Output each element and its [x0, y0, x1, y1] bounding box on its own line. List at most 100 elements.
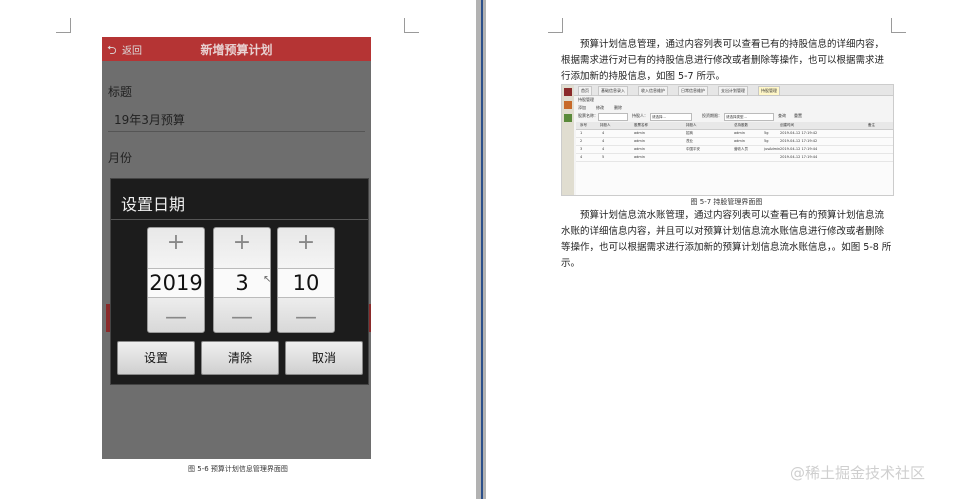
- table-cell: 2019-04-12 17:19:42: [780, 131, 818, 135]
- month-increment-button[interactable]: +: [214, 230, 270, 255]
- table-cell: admin: [734, 131, 745, 135]
- column-header: 股票名称: [634, 123, 648, 127]
- left-page: ⮌ 返回 新增预算计划 标题 19年3月预算 月份 设置日期 + 2019 — …: [0, 0, 476, 499]
- table-cell: 2: [580, 139, 583, 143]
- search-label: 股票名称：: [578, 113, 598, 118]
- day-value[interactable]: 10: [278, 268, 334, 298]
- table-cell: 4: [602, 147, 605, 151]
- dialog-title: 设置日期: [121, 195, 186, 214]
- holdings-table: 序号 持股人 股票名称 持股人 总持股数 创建时间 备注 1 4 admin 招…: [576, 122, 893, 195]
- stock-name-input[interactable]: [598, 113, 628, 121]
- search-label: 持股人：: [632, 113, 648, 118]
- select-placeholder: 请选择...: [652, 115, 666, 119]
- holder-select[interactable]: 请选择...: [650, 113, 692, 121]
- column-header: 序号: [580, 123, 587, 127]
- year-value[interactable]: 2019: [148, 268, 204, 298]
- table-row[interactable]: 3 4 admin 中国平安 营收人员 jusAdmin 2019-04-12 …: [576, 146, 893, 154]
- page-corner-mark: [404, 18, 419, 33]
- add-button[interactable]: 添加: [578, 105, 586, 111]
- day-decrement-button[interactable]: —: [278, 305, 334, 330]
- tab-expense-plan[interactable]: 支出计划管理: [718, 86, 748, 96]
- page-corner-mark: [548, 18, 563, 33]
- logo-icon: [564, 88, 572, 96]
- year-decrement-button[interactable]: —: [148, 305, 204, 330]
- table-cell: 招商: [686, 131, 693, 135]
- table-cell: 茂业: [686, 139, 693, 143]
- year-spinner: + 2019 —: [147, 227, 205, 333]
- table-cell: jusAdmin: [764, 147, 781, 151]
- day-spinner: + 10 —: [277, 227, 335, 333]
- admin-screenshot: 首页 基础信息录入 收入信息维护 日常信息维护 支出计划管理 持股管理 持股管理…: [561, 84, 894, 196]
- set-button[interactable]: 设置: [117, 341, 195, 375]
- select-placeholder: 请选择类型...: [726, 115, 747, 119]
- figure-caption: 图 5-7 持股管理界面图: [690, 198, 763, 206]
- phone-page-title: 新增预算计划: [200, 43, 273, 57]
- column-header: 持股人: [600, 123, 611, 127]
- column-header: 持股人: [686, 123, 697, 127]
- table-cell: 5g: [764, 139, 769, 143]
- search-button[interactable]: 查询: [778, 113, 786, 119]
- field-underline: [108, 131, 365, 132]
- page-corner-mark: [56, 18, 71, 33]
- page-gutter-line: [481, 0, 483, 499]
- figure-caption: 图 5-6 预算计划信息管理界面图: [188, 465, 288, 473]
- column-header: 总持股数: [734, 123, 748, 127]
- column-header: 备注: [868, 123, 875, 127]
- edit-button[interactable]: 修改: [596, 105, 604, 111]
- table-row[interactable]: 1 4 admin 招商 admin 5g 2019-04-12 17:19:4…: [576, 130, 893, 138]
- day-increment-button[interactable]: +: [278, 230, 334, 255]
- menu-icon[interactable]: [564, 101, 572, 109]
- admin-section-title: 持股管理: [578, 97, 594, 102]
- tab-basic-info[interactable]: 基础信息录入: [598, 86, 628, 96]
- table-cell: 4: [602, 131, 605, 135]
- date-picker-dialog: 设置日期 + 2019 — + 3 — + 10 — ↖ 设置 清除 取消: [110, 178, 369, 385]
- table-cell: admin: [634, 131, 645, 135]
- clear-button[interactable]: 清除: [201, 341, 279, 375]
- table-cell: 3: [580, 147, 583, 151]
- month-decrement-button[interactable]: —: [214, 305, 270, 330]
- table-cell: 5: [602, 155, 605, 159]
- phone-screenshot: ⮌ 返回 新增预算计划 标题 19年3月预算 月份 设置日期 + 2019 — …: [102, 37, 371, 459]
- menu-icon[interactable]: [564, 114, 572, 122]
- search-label: 投资期限：: [702, 113, 722, 118]
- month-field-label: 月份: [108, 151, 133, 165]
- table-cell: 5g: [764, 131, 769, 135]
- table-cell: 4: [580, 155, 583, 159]
- reset-button[interactable]: 重置: [794, 113, 802, 119]
- table-cell: 营收人员: [734, 147, 748, 151]
- year-increment-button[interactable]: +: [148, 230, 204, 255]
- delete-button[interactable]: 删除: [614, 105, 622, 111]
- mouse-cursor-icon: ↖: [263, 274, 272, 285]
- table-cell: 2019-04-12 17:19:44: [780, 147, 818, 151]
- tab-daily[interactable]: 日常信息维护: [678, 86, 708, 96]
- watermark: @稀土掘金技术社区: [790, 464, 926, 482]
- admin-sidebar: [562, 85, 574, 195]
- table-cell: 2019-04-12 17:19:44: [780, 155, 818, 159]
- table-row[interactable]: 2 4 admin 茂业 admin 5g 2019-04-12 17:19:4…: [576, 138, 893, 146]
- table-header: 序号 持股人 股票名称 持股人 总持股数 创建时间 备注: [576, 122, 893, 130]
- paragraph: 预算计划信息流水账管理，通过内容列表可以查看已有的预算计划信息流水账的详细信息内…: [561, 210, 892, 269]
- table-cell: admin: [634, 139, 645, 143]
- cancel-button[interactable]: 取消: [285, 341, 363, 375]
- term-select[interactable]: 请选择类型...: [724, 113, 774, 121]
- table-row[interactable]: 4 5 admin 2019-04-12 17:19:44: [576, 154, 893, 162]
- table-cell: admin: [634, 147, 645, 151]
- tab-home[interactable]: 首页: [578, 86, 592, 96]
- title-field-label: 标题: [108, 85, 133, 99]
- page-corner-mark: [891, 18, 906, 33]
- tab-income[interactable]: 收入信息维护: [638, 86, 668, 96]
- table-cell: admin: [734, 139, 745, 143]
- title-field-input[interactable]: 19年3月预算: [114, 111, 185, 128]
- column-header: 创建时间: [780, 123, 794, 127]
- admin-tab-bar: 首页 基础信息录入 收入信息维护 日常信息维护 支出计划管理 持股管理: [574, 85, 893, 96]
- dialog-divider: [111, 219, 368, 220]
- tab-holdings[interactable]: 持股管理: [758, 86, 780, 96]
- table-cell: 1: [580, 131, 583, 135]
- table-cell: 中国平安: [686, 147, 700, 151]
- table-cell: 2019-04-12 17:19:42: [780, 139, 818, 143]
- table-cell: admin: [634, 155, 645, 159]
- table-cell: 4: [602, 139, 605, 143]
- month-value[interactable]: 3: [214, 268, 270, 298]
- paragraph: 预算计划信息管理，通过内容列表可以查看已有的持股信息的详细内容，根据需求进行对已…: [561, 39, 885, 82]
- phone-title-bar: ⮌ 返回 新增预算计划: [102, 37, 371, 61]
